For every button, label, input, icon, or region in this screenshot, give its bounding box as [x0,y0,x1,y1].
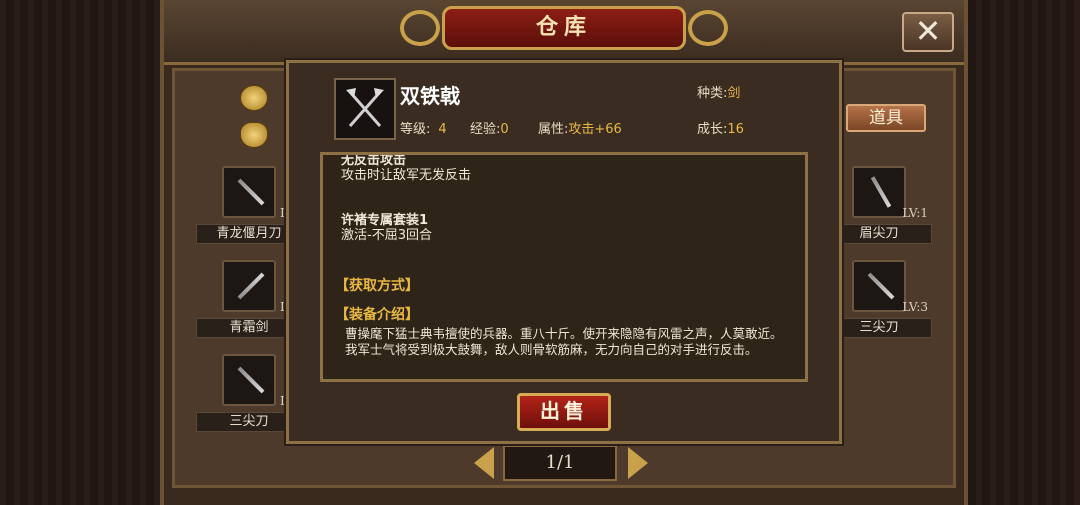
item-level: 等级: 4 [400,122,447,137]
background-left-pattern [0,0,160,505]
obtain-method-heading: 【获取方式】 [335,278,419,294]
close-icon: ✕ [914,12,942,50]
item-exp-value: 0 [500,122,509,137]
title-swirl-left-icon [400,10,440,46]
page-indicator: 1/1 [503,445,617,481]
set-bonus-text: 激活-不屈3回合 [341,228,432,243]
item-exp: 经验:0 [470,122,509,137]
title-bar: 仓库 ✕ [164,0,964,65]
glaive-icon [852,166,906,218]
slot-level: LV:3 [902,300,928,314]
trident-blade-icon [852,260,906,312]
copper-coin-icon [240,85,268,111]
slot-level: LV:1 [902,206,928,220]
sell-button[interactable]: 出售 [517,393,611,431]
window-title: 仓库 [535,15,592,40]
item-attribute: 属性:攻击+66 [538,122,622,137]
trident-blade-icon [222,354,276,406]
skill-text: 攻击时让敌军无发反击 [341,168,472,183]
double-halberd-icon [334,78,396,140]
item-growth-value: 16 [727,122,744,137]
item-growth: 成长:16 [697,122,744,137]
tab-props[interactable]: 道具 [846,104,926,132]
item-attribute-value: 攻击+66 [568,122,622,137]
prev-page-button[interactable] [474,447,494,479]
item-level-value: 4 [438,122,447,137]
title-swirl-right-icon [688,10,728,46]
equipment-intro-heading: 【装备介绍】 [335,307,419,323]
title-plate: 仓库 [442,6,686,50]
gold-ingot-icon [240,122,268,148]
item-description-box[interactable]: 无反击攻击 攻击时让敌军无发反击 许褚专属套装1 激活-不屈3回合 【获取方式】… [320,152,808,382]
item-type-value: 剑 [727,86,741,101]
item-name: 双铁戟 [400,84,460,108]
next-page-button[interactable] [628,447,648,479]
sword-icon [222,260,276,312]
weapon-icon [222,166,276,218]
equipment-intro-text: 曹操麾下猛士典韦擅使的兵器。重八十斤。使开来隐隐有风雷之声，人莫敢近。我军士气将… [345,326,783,357]
close-button[interactable]: ✕ [902,12,954,52]
item-type: 种类:剑 [697,86,741,101]
